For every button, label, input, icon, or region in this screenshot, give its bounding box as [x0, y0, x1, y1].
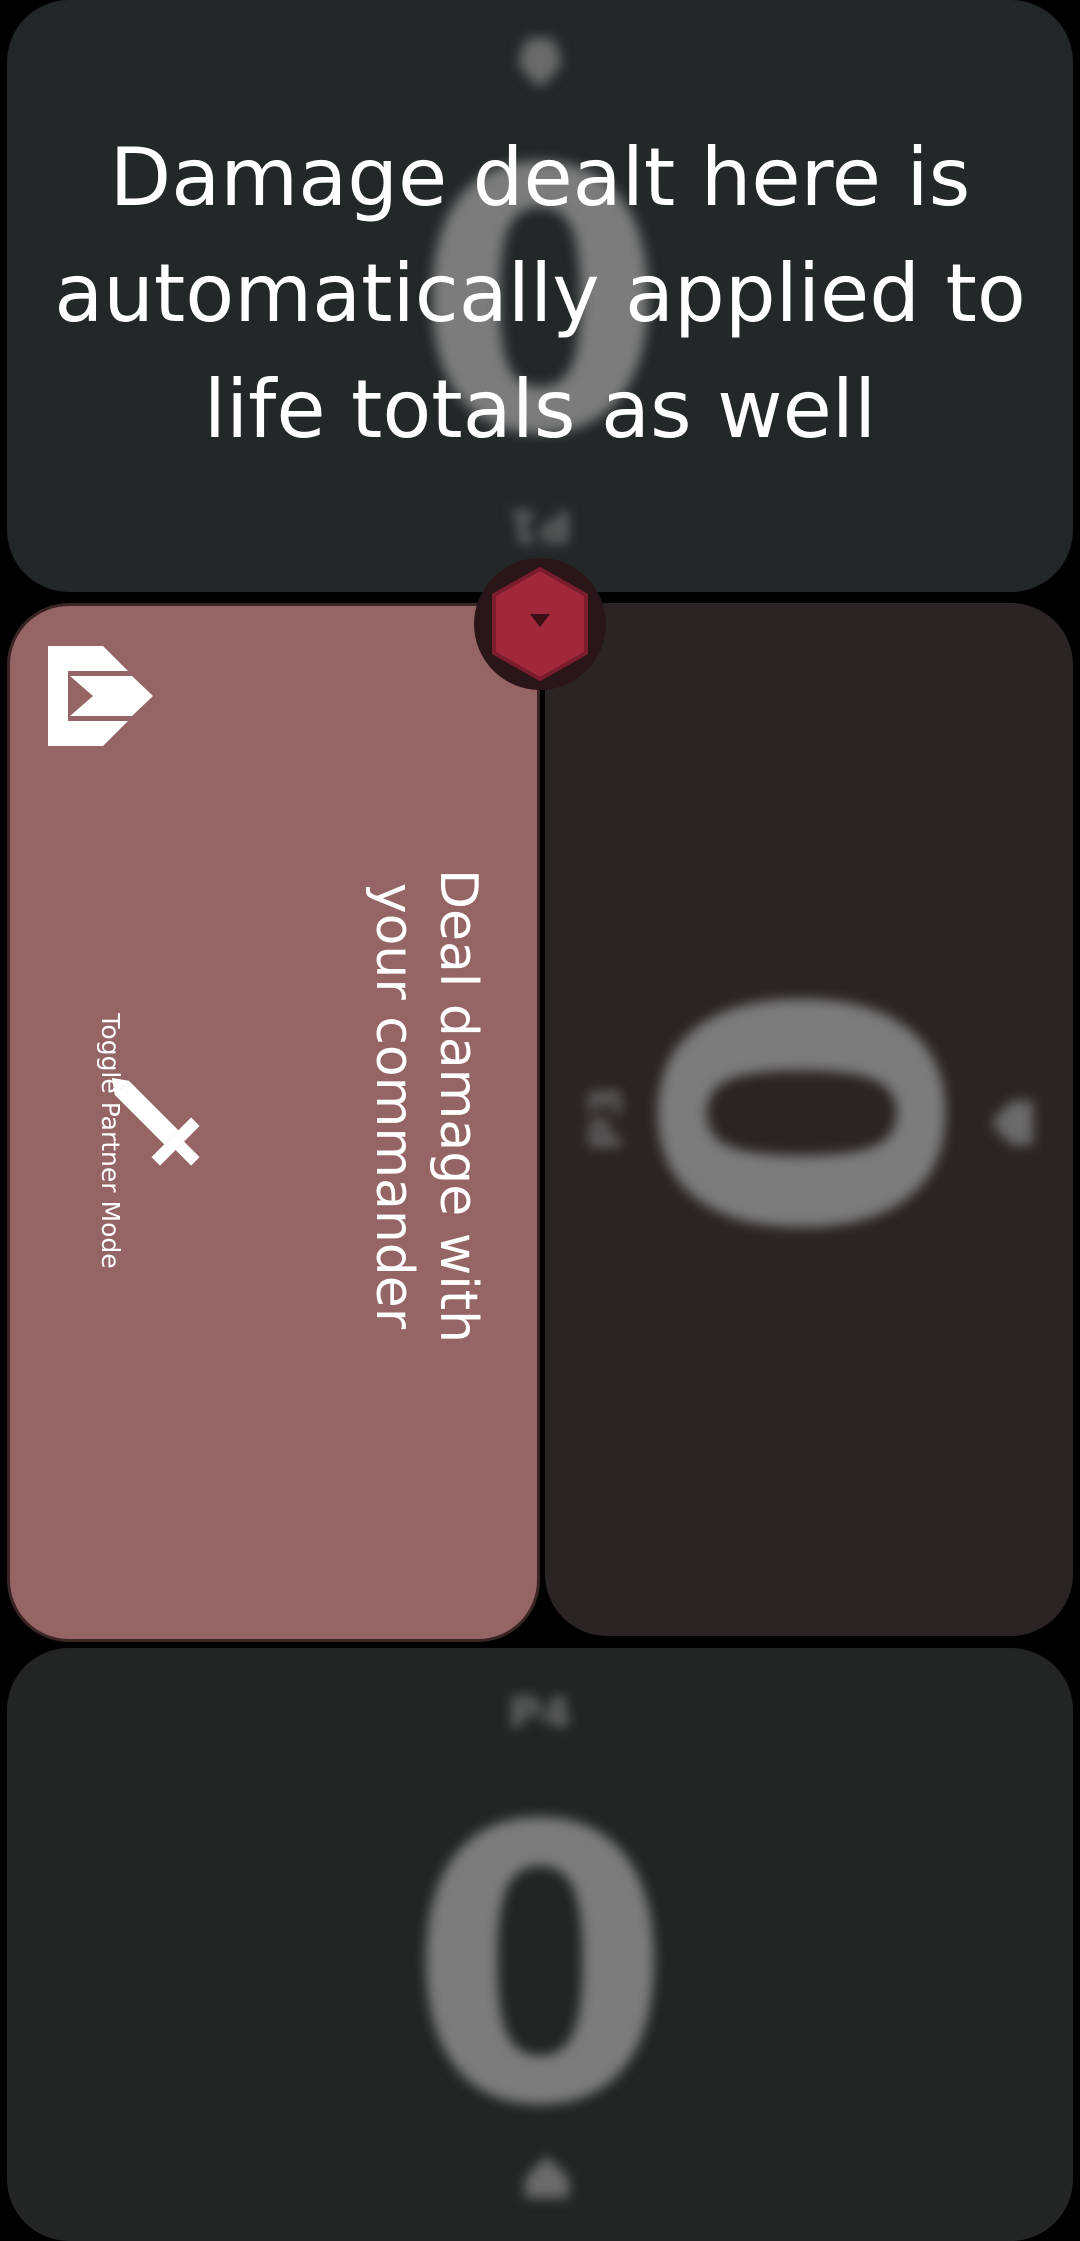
deal-damage-instruction: Deal damage with your commander	[364, 868, 488, 1344]
player-4-damage-value: 0	[407, 1746, 673, 2189]
player-3-panel[interactable]: P3 0	[545, 603, 1073, 1636]
player-2-active-panel[interactable]: Deal damage with your commander Toggle P…	[7, 603, 540, 1642]
player-1-label: P1	[508, 500, 572, 551]
center-menu-button[interactable]	[473, 557, 607, 691]
player-1-panel[interactable]: 0 P1 Damage dealt here is automatically …	[7, 0, 1073, 592]
player-icon	[525, 2156, 569, 2198]
toggle-partner-mode-label[interactable]: Toggle Partner Mode	[90, 986, 130, 1296]
player-4-panel[interactable]: P4 0	[7, 1648, 1073, 2241]
player-4-label: P4	[508, 1688, 572, 1739]
player-3-damage-value: 0	[587, 980, 1030, 1246]
partner-mode-icon[interactable]	[48, 646, 158, 746]
damage-tip-text: Damage dealt here is automatically appli…	[54, 131, 1026, 456]
player-icon	[991, 1101, 1033, 1145]
